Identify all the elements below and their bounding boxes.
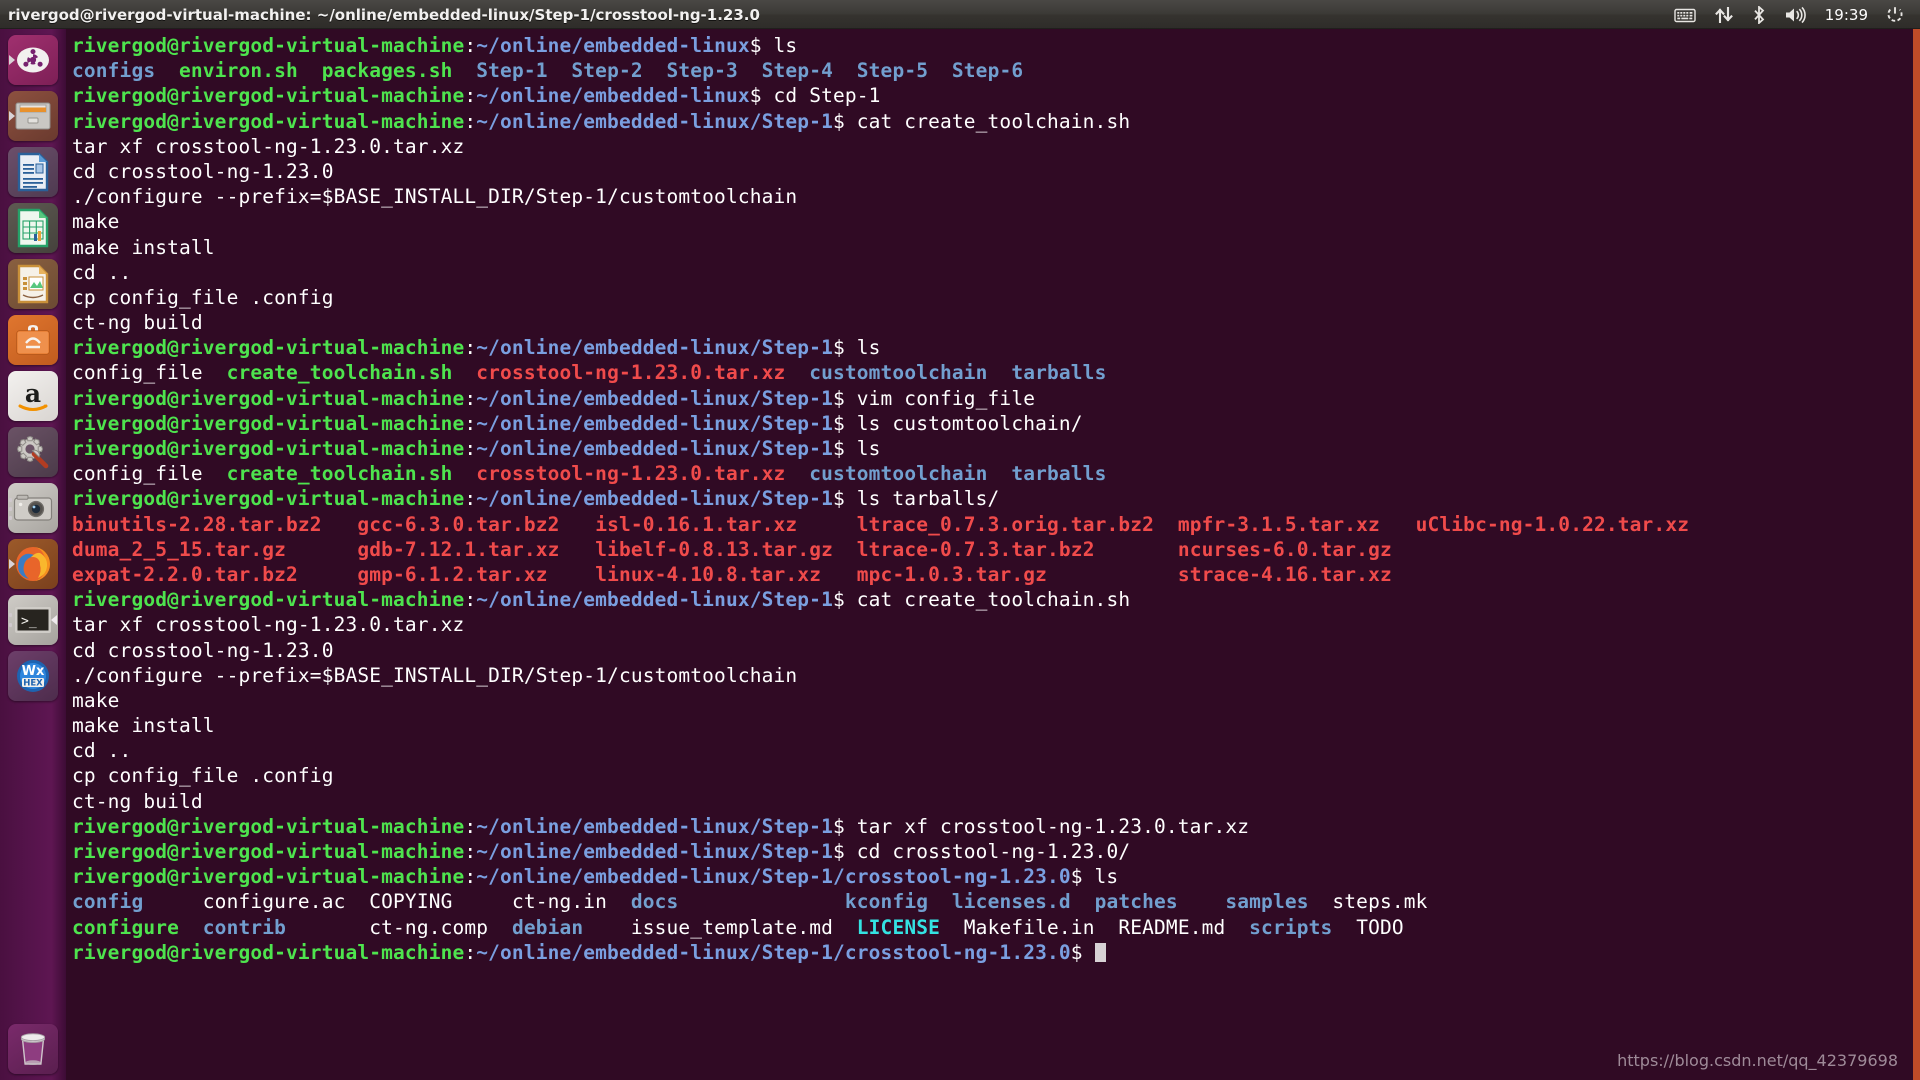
terminal-output-line: make install [72,235,215,259]
launcher-running-pip [9,613,12,617]
terminal-ls-output-line: config_file create_toolchain.sh crosstoo… [72,361,1107,385]
terminal-prompt-line: rivergod@rivergod-virtual-machine:~/onli… [72,437,881,460]
launcher-item-libreoffice-writer[interactable] [8,147,58,197]
launcher-running-pip [9,498,12,502]
terminal-output-line: cd .. [72,260,132,284]
terminal-prompt-line: rivergod@rivergod-virtual-machine:~/onli… [72,109,1131,133]
volume-indicator-icon[interactable] [1775,0,1817,29]
svg-text:HEX: HEX [23,679,43,689]
keyboard-indicator-icon[interactable] [1665,0,1705,29]
terminal-output-line: tar xf crosstool-ng-1.23.0.tar.xz [72,613,465,637]
terminal-prompt-line: rivergod@rivergod-virtual-machine:~/onli… [72,34,798,57]
terminal-prompt-line: rivergod@rivergod-virtual-machine:~/onli… [72,940,1913,965]
launcher-item-system-settings[interactable] [8,427,58,477]
terminal-prompt-line: rivergod@rivergod-virtual-machine:~/onli… [72,411,1083,435]
terminal-ls-output-line: config configure.ac COPYING ct-ng.in doc… [72,890,1428,914]
svg-text:>_: >_ [21,614,37,629]
terminal-output-line: make [72,688,120,712]
terminal-output-line: cp config_file .config [72,285,334,309]
terminal-output-line: make install [72,714,215,738]
top-panel: rivergod@rivergod-virtual-machine: ~/onl… [0,0,1920,29]
ubuntu-logo-icon [17,47,49,73]
terminal-ls-output-line: binutils-2.28.tar.bz2 gcc-6.3.0.tar.bz2 … [72,512,1690,536]
terminal-ls-output-line: configs environ.sh packages.sh Step-1 St… [72,59,1024,83]
launcher-item-software-center[interactable] [8,315,58,365]
terminal-cursor [1094,942,1106,962]
terminal-prompt-line: rivergod@rivergod-virtual-machine:~/onli… [72,840,1131,863]
session-indicator-icon[interactable] [1876,0,1914,29]
terminal-window[interactable]: rivergod@rivergod-virtual-machine:~/onli… [66,29,1920,1080]
launcher-item-libreoffice-calc[interactable] [8,203,58,253]
terminal-output-line: ./configure --prefix=$BASE_INSTALL_DIR/S… [72,185,798,209]
system-tray: 19:39 [1665,0,1920,29]
terminal-icon: >_ [15,607,51,633]
launcher-item-amazon[interactable]: a [8,371,58,421]
terminal-prompt-line: rivergod@rivergod-virtual-machine:~/onli… [72,84,881,108]
launcher-running-pip [9,559,15,569]
desktop-screen: rivergod@rivergod-virtual-machine: ~/onl… [0,0,1920,1080]
terminal-output-line: ct-ng build [72,789,203,813]
terminal-output-line: make [72,210,120,234]
watermark: https://blog.csdn.net/qq_42379698 [1617,1051,1898,1070]
launcher-running-pip [9,507,12,511]
terminal-output-line: cp config_file .config [72,764,334,788]
launcher-item-files[interactable] [8,91,58,141]
terminal-output-line: cd crosstool-ng-1.23.0 [72,638,334,662]
wxwidgets-icon: Wx HEX [17,660,49,692]
terminal-prompt-line: rivergod@rivergod-virtual-machine:~/onli… [72,487,1000,511]
launcher-running-pip [9,516,12,520]
launcher-item-trash[interactable] [8,1024,58,1074]
launcher-item-firefox[interactable] [8,539,58,589]
window-title: rivergod@rivergod-virtual-machine: ~/onl… [8,5,760,24]
terminal-output-line: cd crosstool-ng-1.23.0 [72,159,334,183]
libreoffice-writer-icon [17,152,49,192]
bluetooth-indicator-icon[interactable] [1743,0,1775,29]
system-settings-icon [16,435,49,469]
terminal-output-line: ./configure --prefix=$BASE_INSTALL_DIR/S… [72,663,798,687]
terminal-ls-output-line: config_file create_toolchain.sh crosstoo… [72,462,1107,486]
files-icon [15,102,51,130]
launcher-item-dash[interactable] [8,35,58,85]
launcher-item-screenshot[interactable] [8,483,58,533]
network-indicator-icon[interactable] [1705,0,1743,29]
firefox-icon [16,547,50,581]
unity-launcher: a >_ Wx HEX [0,29,66,1080]
libreoffice-calc-icon [17,208,49,248]
svg-text:Wx: Wx [22,664,45,679]
terminal-prompt-line: rivergod@rivergod-virtual-machine:~/onli… [72,336,881,360]
terminal-prompt-line: rivergod@rivergod-virtual-machine:~/onli… [72,588,1131,612]
libreoffice-impress-icon [17,264,49,304]
launcher-item-libreoffice-impress[interactable] [8,259,58,309]
software-center-icon [16,325,50,355]
terminal-prompt-line: rivergod@rivergod-virtual-machine:~/onli… [72,814,1250,838]
svg-text:a: a [25,379,41,408]
terminal-ls-output-line: configure contrib ct-ng.comp debian issu… [72,915,1404,939]
amazon-icon: a [18,379,48,411]
launcher-running-pip [9,55,15,65]
terminal-prompt-line: rivergod@rivergod-virtual-machine:~/onli… [72,386,1036,410]
launcher-running-pip [9,111,15,121]
launcher-item-terminal[interactable]: >_ [8,595,58,645]
terminal-output-line: tar xf crosstool-ng-1.23.0.tar.xz [72,134,465,158]
clock[interactable]: 19:39 [1817,6,1876,24]
terminal-prompt-line: rivergod@rivergod-virtual-machine:~/onli… [72,865,1119,889]
terminal-output-line: cd .. [72,739,132,763]
trash-icon [20,1033,46,1065]
camera-icon [13,494,53,521]
launcher-item-wxwidgets[interactable]: Wx HEX [8,651,58,701]
launcher-running-pip [9,623,12,627]
terminal-ls-output-line: expat-2.2.0.tar.bz2 gmp-6.1.2.tar.xz lin… [72,562,1392,586]
terminal-output[interactable]: rivergod@rivergod-virtual-machine:~/onli… [66,29,1913,965]
launcher-focused-pip [51,615,57,625]
terminal-output-line: ct-ng build [72,311,203,335]
terminal-ls-output-line: duma_2_5_15.tar.gz gdb-7.12.1.tar.xz lib… [72,537,1392,561]
